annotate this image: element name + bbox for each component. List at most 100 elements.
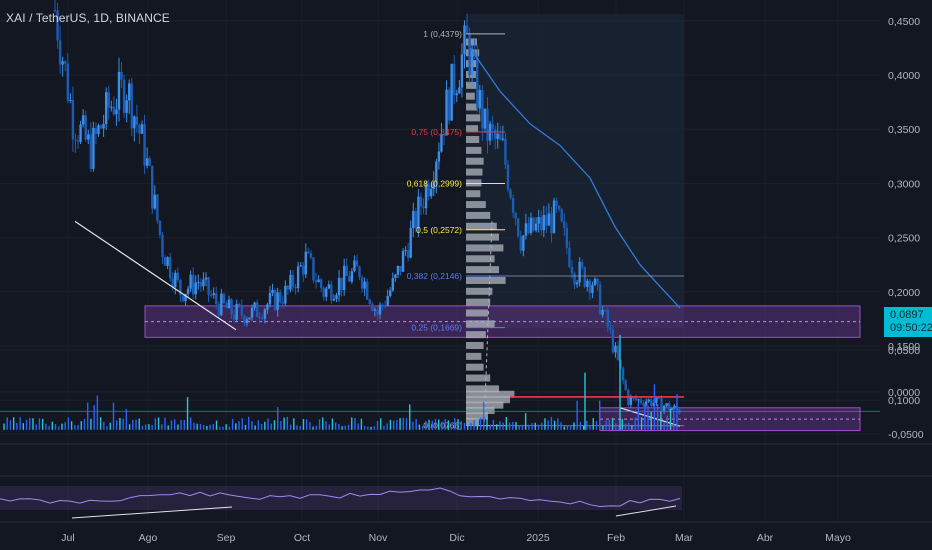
candle-body: [166, 257, 169, 266]
candle-body: [325, 288, 328, 297]
candle-body: [261, 317, 264, 319]
candle-body: [335, 295, 338, 299]
candle-body: [337, 277, 341, 296]
candle-body: [657, 397, 661, 399]
time-axis-label: Mar: [675, 532, 694, 544]
price-axis-label: 0,2500: [888, 233, 920, 245]
candle-body: [171, 278, 174, 288]
candle-body: [215, 293, 218, 305]
candle-body: [552, 200, 556, 234]
candle-body: [468, 33, 471, 76]
candle-body: [366, 281, 369, 300]
candle-body: [573, 273, 576, 285]
candle-body: [409, 227, 412, 258]
candle-body: [629, 397, 633, 405]
candle-body: [74, 139, 77, 141]
candle-body: [181, 295, 185, 302]
profile-bin: [466, 298, 491, 306]
candle-body: [102, 124, 105, 129]
time-axis-label: Ago: [139, 532, 158, 544]
candle-body: [66, 63, 69, 101]
candle-body: [84, 115, 87, 140]
candle-body: [506, 164, 510, 190]
candle-body: [58, 40, 62, 65]
candle-body: [212, 293, 215, 296]
candle-body: [273, 289, 277, 310]
fib-level-label: 0,75 (0,3475): [411, 127, 462, 137]
profile-bin: [466, 157, 484, 165]
candle-body: [140, 124, 144, 134]
candle-body: [373, 309, 377, 311]
candle-body: [460, 54, 464, 88]
fib-level-label: 0,618 (0,2999): [407, 179, 462, 189]
candle-body: [565, 227, 569, 248]
candle-body: [71, 99, 75, 140]
candle-body: [430, 189, 433, 197]
candle-body: [547, 213, 551, 226]
candle-body: [363, 281, 366, 289]
candle-body: [639, 399, 643, 403]
price-chart[interactable]: 1 (0,4379) 0,75 (0,3475) 0,618 (0,2999) 0,5…: [0, 0, 932, 550]
candle-body: [227, 299, 231, 309]
time-axis-label: Sep: [217, 532, 236, 544]
candle-body: [545, 215, 548, 226]
candle-body: [238, 303, 241, 306]
candle-body: [611, 329, 615, 353]
profile-bin: [466, 233, 499, 241]
candle-body: [81, 115, 85, 125]
candle-body: [348, 275, 351, 282]
candle-body: [97, 125, 100, 134]
candle-body: [207, 277, 210, 295]
candle-body: [580, 261, 584, 268]
candle-body: [115, 109, 118, 115]
candle-body: [481, 90, 484, 129]
candle-body: [399, 265, 402, 272]
profile-bin: [466, 320, 495, 328]
price-axis-label: 0,2000: [888, 287, 920, 299]
candle-body: [217, 304, 220, 316]
candle-body: [560, 209, 563, 222]
candle-body: [156, 194, 159, 221]
candle-body: [79, 124, 82, 142]
candle-body: [312, 257, 315, 281]
profile-bin: [466, 168, 483, 176]
candle-body: [255, 302, 259, 317]
candle-body: [376, 309, 379, 315]
candle-body: [294, 286, 297, 289]
candle-body: [286, 285, 290, 290]
candle-body: [248, 317, 251, 320]
profile-bin: [466, 146, 482, 154]
candle-body: [527, 223, 530, 233]
candle-body: [450, 63, 453, 121]
profile-bin: [466, 363, 484, 371]
profile-bin: [466, 331, 486, 339]
candle-body: [230, 299, 233, 315]
candle-body: [345, 265, 348, 276]
candle-body: [519, 236, 522, 251]
candle-body: [647, 399, 650, 402]
candle-body: [263, 309, 267, 319]
candle-body: [583, 267, 586, 287]
candle-body: [598, 284, 602, 315]
candle-body: [281, 302, 284, 304]
bar-countdown: 09:50:22: [890, 322, 932, 334]
candle-body: [478, 90, 482, 109]
candle-body: [174, 272, 177, 288]
candle-body: [122, 79, 126, 113]
candle-body: [524, 223, 528, 236]
candle-body: [92, 127, 95, 169]
candle-body: [422, 206, 425, 209]
candle-body: [304, 251, 307, 275]
profile-bin: [466, 103, 477, 111]
candle-body: [417, 196, 420, 229]
candle-body: [186, 288, 190, 294]
candle-body: [394, 274, 397, 279]
candle-body: [107, 92, 110, 108]
candle-body: [514, 212, 517, 219]
candle-body: [650, 399, 653, 406]
candle-body: [570, 266, 574, 274]
candle-body: [245, 319, 249, 324]
candle-body: [161, 234, 164, 257]
candle-body: [353, 260, 356, 272]
candle-body: [153, 194, 157, 209]
